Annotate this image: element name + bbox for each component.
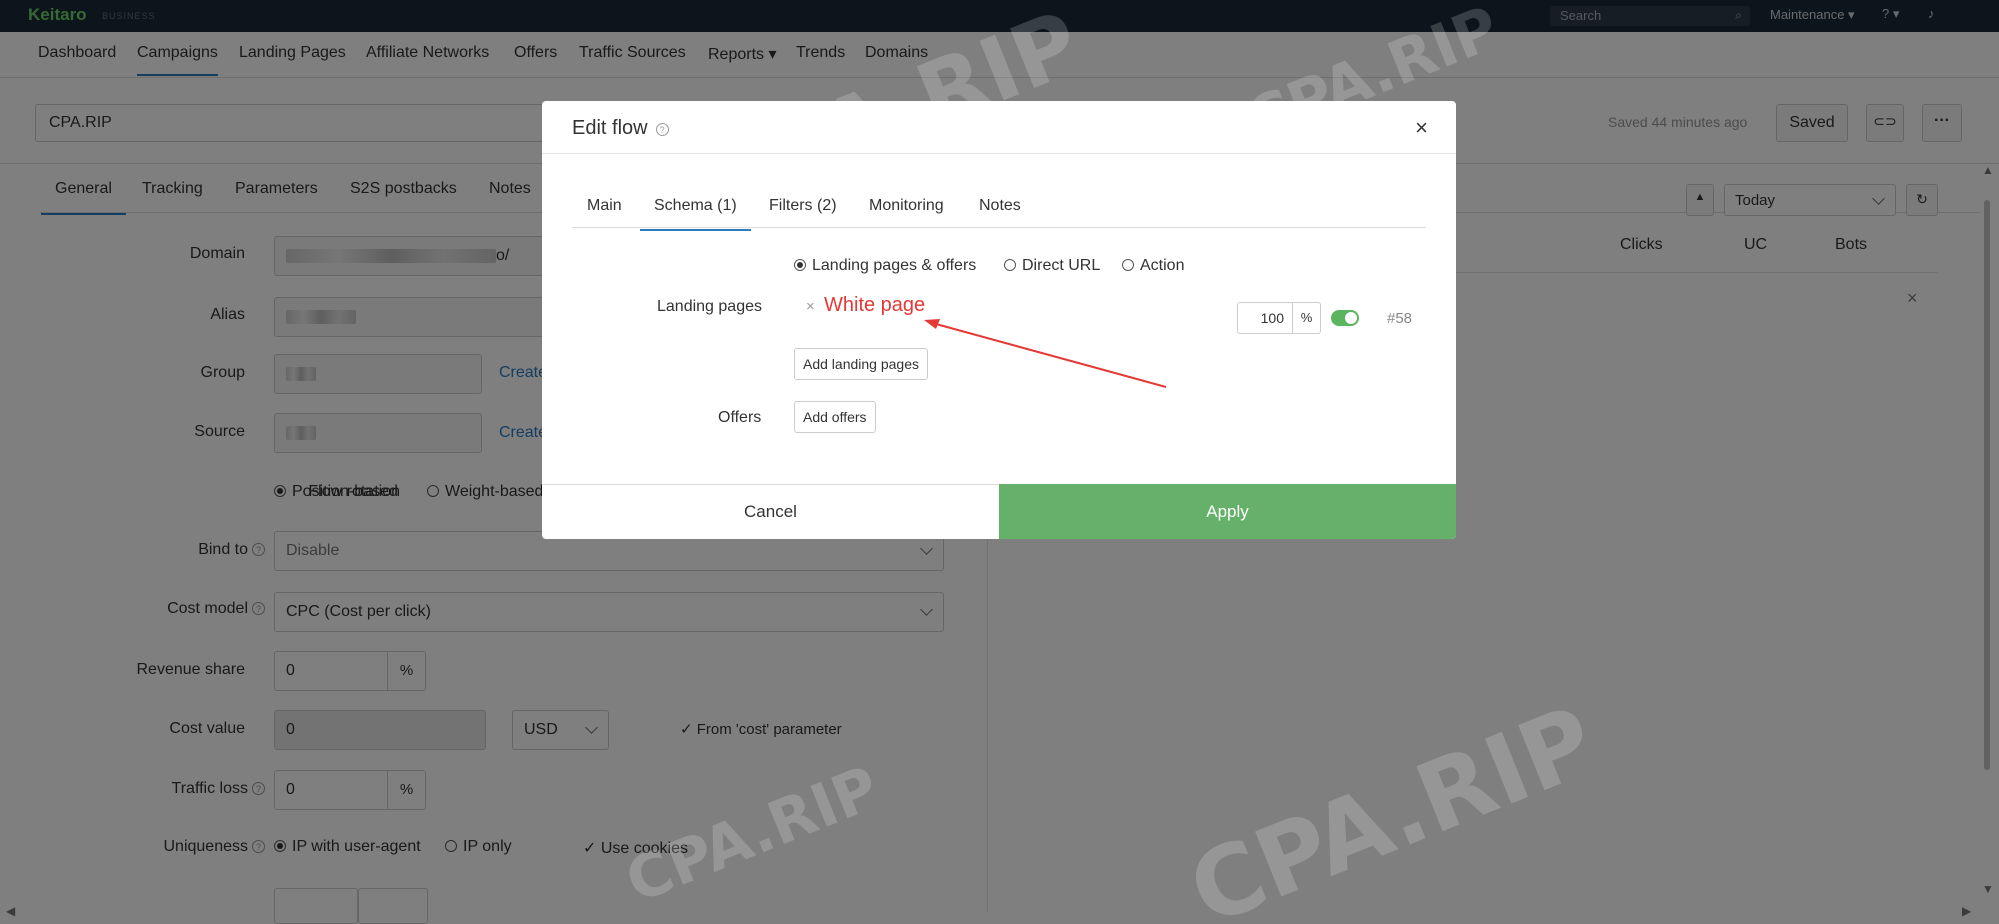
close-icon[interactable]: × xyxy=(1415,115,1428,141)
landing-weight-unit: % xyxy=(1293,302,1321,334)
modal-tabs-divider xyxy=(572,227,1426,228)
remove-landing-icon[interactable]: × xyxy=(806,298,815,315)
annotation-arrow xyxy=(924,319,1167,388)
landing-toggle[interactable] xyxy=(1331,310,1359,326)
add-landing-pages-button[interactable]: Add landing pages xyxy=(794,348,928,380)
cancel-button[interactable]: Cancel xyxy=(542,485,999,539)
schema-landing-offers[interactable]: Landing pages & offers xyxy=(794,257,976,275)
modal-header-divider xyxy=(542,153,1456,154)
tab-schema[interactable]: Schema (1) xyxy=(640,197,751,231)
tab-monitoring[interactable]: Monitoring xyxy=(869,197,944,215)
landing-page-name[interactable]: White page xyxy=(824,294,925,317)
modal-title: Edit flow? xyxy=(572,117,669,140)
schema-action[interactable]: Action xyxy=(1122,257,1184,275)
landing-id: #58 xyxy=(1387,310,1413,327)
edit-flow-modal: Edit flow? × Main Schema (1) Filters (2)… xyxy=(542,101,1456,539)
landing-pages-label: Landing pages xyxy=(657,298,762,315)
landing-weight-input[interactable]: 100 xyxy=(1237,302,1293,334)
apply-button[interactable]: Apply xyxy=(999,484,1456,539)
tab-filters[interactable]: Filters (2) xyxy=(769,197,837,215)
add-offers-button[interactable]: Add offers xyxy=(794,401,876,433)
tab-notes[interactable]: Notes xyxy=(979,197,1021,215)
offers-label: Offers xyxy=(718,409,762,426)
radio-off-icon xyxy=(1122,259,1134,271)
radio-on-icon xyxy=(794,259,806,271)
help-icon: ? xyxy=(655,123,669,136)
radio-off-icon xyxy=(1004,259,1016,271)
tab-main[interactable]: Main xyxy=(587,197,622,215)
schema-direct-url[interactable]: Direct URL xyxy=(1004,257,1100,275)
